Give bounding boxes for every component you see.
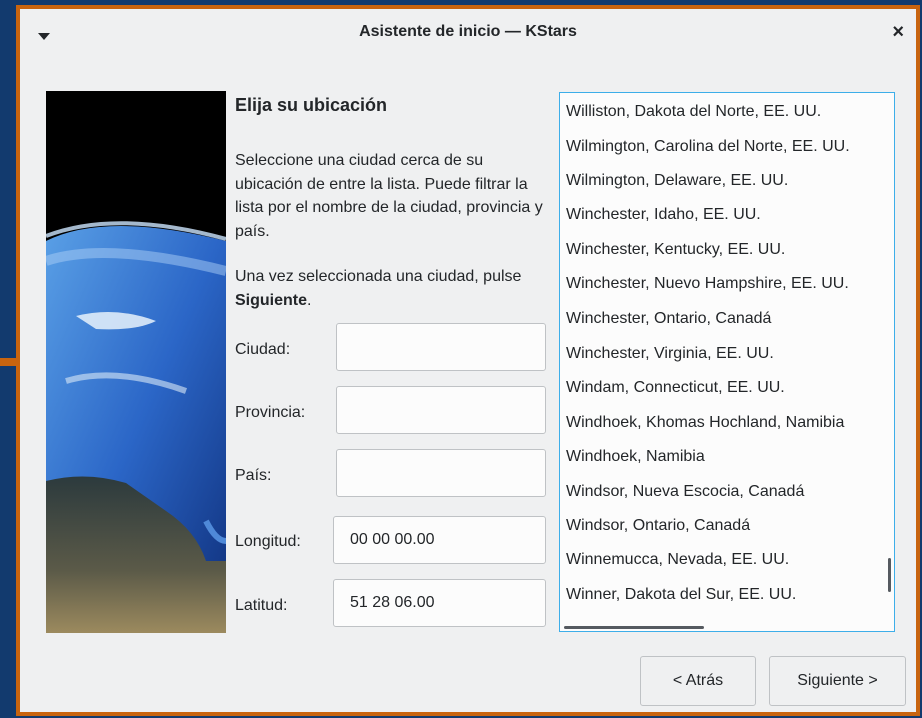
list-item[interactable]: Williston, Dakota del Norte, EE. UU. — [566, 103, 821, 121]
longitude-field[interactable]: 00 00 00.00 — [333, 516, 546, 564]
list-item[interactable]: Windsor, Nueva Escocia, Canadá — [566, 483, 804, 501]
wizard-window: Asistente de inicio — KStars × Elija su … — [16, 5, 920, 716]
title-bar[interactable]: Asistente de inicio — KStars × — [20, 9, 916, 64]
back-button[interactable]: < Atrás — [640, 656, 756, 706]
province-field[interactable] — [336, 386, 546, 434]
latitude-label: Latitud: — [235, 597, 288, 614]
list-item[interactable]: Winner, Dakota del Sur, EE. UU. — [566, 586, 796, 604]
next-button[interactable]: Siguiente > — [769, 656, 906, 706]
list-item[interactable]: Windhoek, Namibia — [566, 448, 705, 466]
list-item[interactable]: Wilmington, Carolina del Norte, EE. UU. — [566, 138, 850, 156]
instruction-text: Una vez seleccionada una ciudad, pulse S… — [235, 265, 555, 312]
list-item[interactable]: Wilmington, Delaware, EE. UU. — [566, 172, 788, 190]
list-item[interactable]: Windsor, Ontario, Canadá — [566, 517, 750, 535]
list-item[interactable]: Winchester, Kentucky, EE. UU. — [566, 241, 785, 259]
instruction-prefix: Una vez seleccionada una ciudad, pulse — [235, 268, 522, 285]
intro-text: Seleccione una ciudad cerca de su ubicac… — [235, 152, 543, 240]
window-body: Asistente de inicio — KStars × Elija su … — [20, 9, 916, 712]
country-label: País: — [235, 467, 272, 484]
country-field[interactable] — [336, 449, 546, 497]
city-field[interactable] — [336, 323, 546, 371]
list-item[interactable]: Winchester, Nuevo Hampshire, EE. UU. — [566, 275, 849, 293]
close-icon[interactable]: × — [892, 22, 904, 42]
list-item[interactable]: Winnemucca, Nevada, EE. UU. — [566, 551, 789, 569]
list-item[interactable]: Windhoek, Khomas Hochland, Namibia — [566, 414, 844, 432]
list-item[interactable]: Winchester, Idaho, EE. UU. — [566, 206, 761, 224]
longitude-label: Longitud: — [235, 533, 301, 550]
list-item[interactable]: Winchester, Ontario, Canadá — [566, 310, 771, 328]
list-item[interactable]: Windam, Connecticut, EE. UU. — [566, 379, 785, 397]
latitude-field[interactable]: 51 28 06.00 — [333, 579, 546, 627]
horizontal-scrollbar[interactable] — [564, 626, 704, 629]
city-list[interactable]: Williston, Dakota del Norte, EE. UU. Wil… — [559, 92, 895, 632]
city-label: Ciudad: — [235, 341, 291, 358]
page-heading: Elija su ubicación — [235, 95, 388, 115]
window-title: Asistente de inicio — KStars — [359, 23, 577, 40]
vertical-scrollbar[interactable] — [888, 558, 891, 592]
list-item[interactable]: Winchester, Virginia, EE. UU. — [566, 345, 774, 363]
instruction-suffix: . — [307, 291, 312, 309]
earth-image — [46, 91, 226, 633]
province-label: Provincia: — [235, 404, 306, 421]
instruction-next-word: Siguiente — [235, 291, 308, 309]
